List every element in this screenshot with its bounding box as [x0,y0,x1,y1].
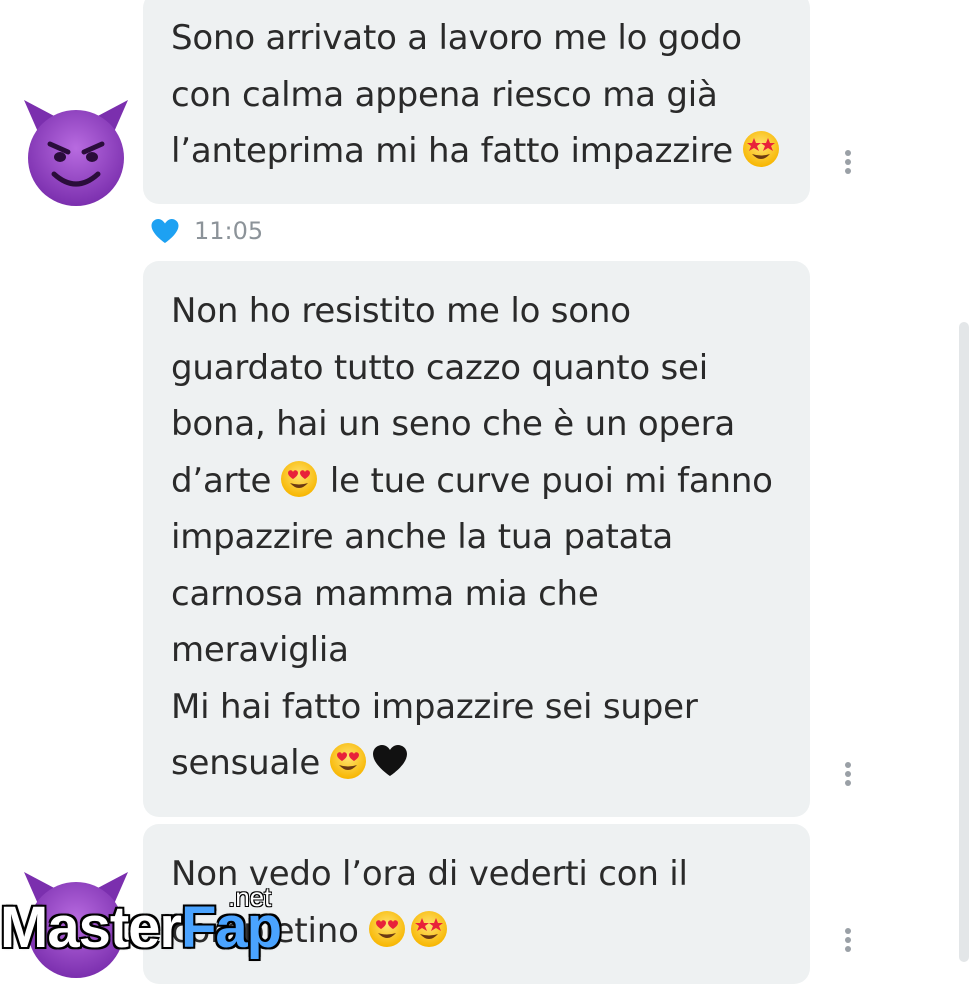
more-options-icon[interactable] [842,928,854,956]
scrollbar[interactable] [959,322,969,962]
smiling-devil-emoji-icon [24,100,128,206]
star-struck-emoji-icon [409,909,449,949]
heart-eyes-emoji-icon [328,741,368,781]
message-bubble[interactable]: Sono arrivato a lavoro me lo godo con ca… [143,0,810,204]
message-bubble[interactable]: Non ho resistito me lo sono guardato tut… [143,261,810,817]
star-struck-emoji-icon [741,129,781,169]
heart-icon[interactable] [150,217,180,245]
more-options-icon[interactable] [842,762,854,790]
message-line: sensuale [171,735,810,792]
message-line: guardato tutto cazzo quanto sei [171,347,709,388]
message-line: impazzire anche la tua patata [171,517,673,557]
message-line: meraviglia [171,630,349,670]
message-line: d’arte le tue curve puoi mi fanno [171,459,773,501]
message-line: con calma appena riesco ma già [171,74,718,115]
message-line: l’anteprima mi ha fatto impazzire [171,123,810,180]
message-line: bona, hai un seno che è un opera [171,404,736,444]
timestamp: 11:05 [194,217,264,245]
black-heart-emoji-icon [370,741,410,781]
message-line: Sono arrivato a lavoro me lo godo [171,18,742,58]
message-line: Non ho resistito me lo sono [171,291,631,331]
more-options-icon[interactable] [842,150,854,178]
heart-eyes-emoji-icon [367,909,407,949]
message-line: carnosa mamma mia che [171,573,599,614]
avatar [22,100,130,208]
message-line: Mi hai fatto impazzire sei super [171,686,698,727]
message-meta: 11:05 [150,214,263,248]
heart-eyes-emoji-icon [279,459,319,499]
watermark-suffix: .net [228,882,272,912]
